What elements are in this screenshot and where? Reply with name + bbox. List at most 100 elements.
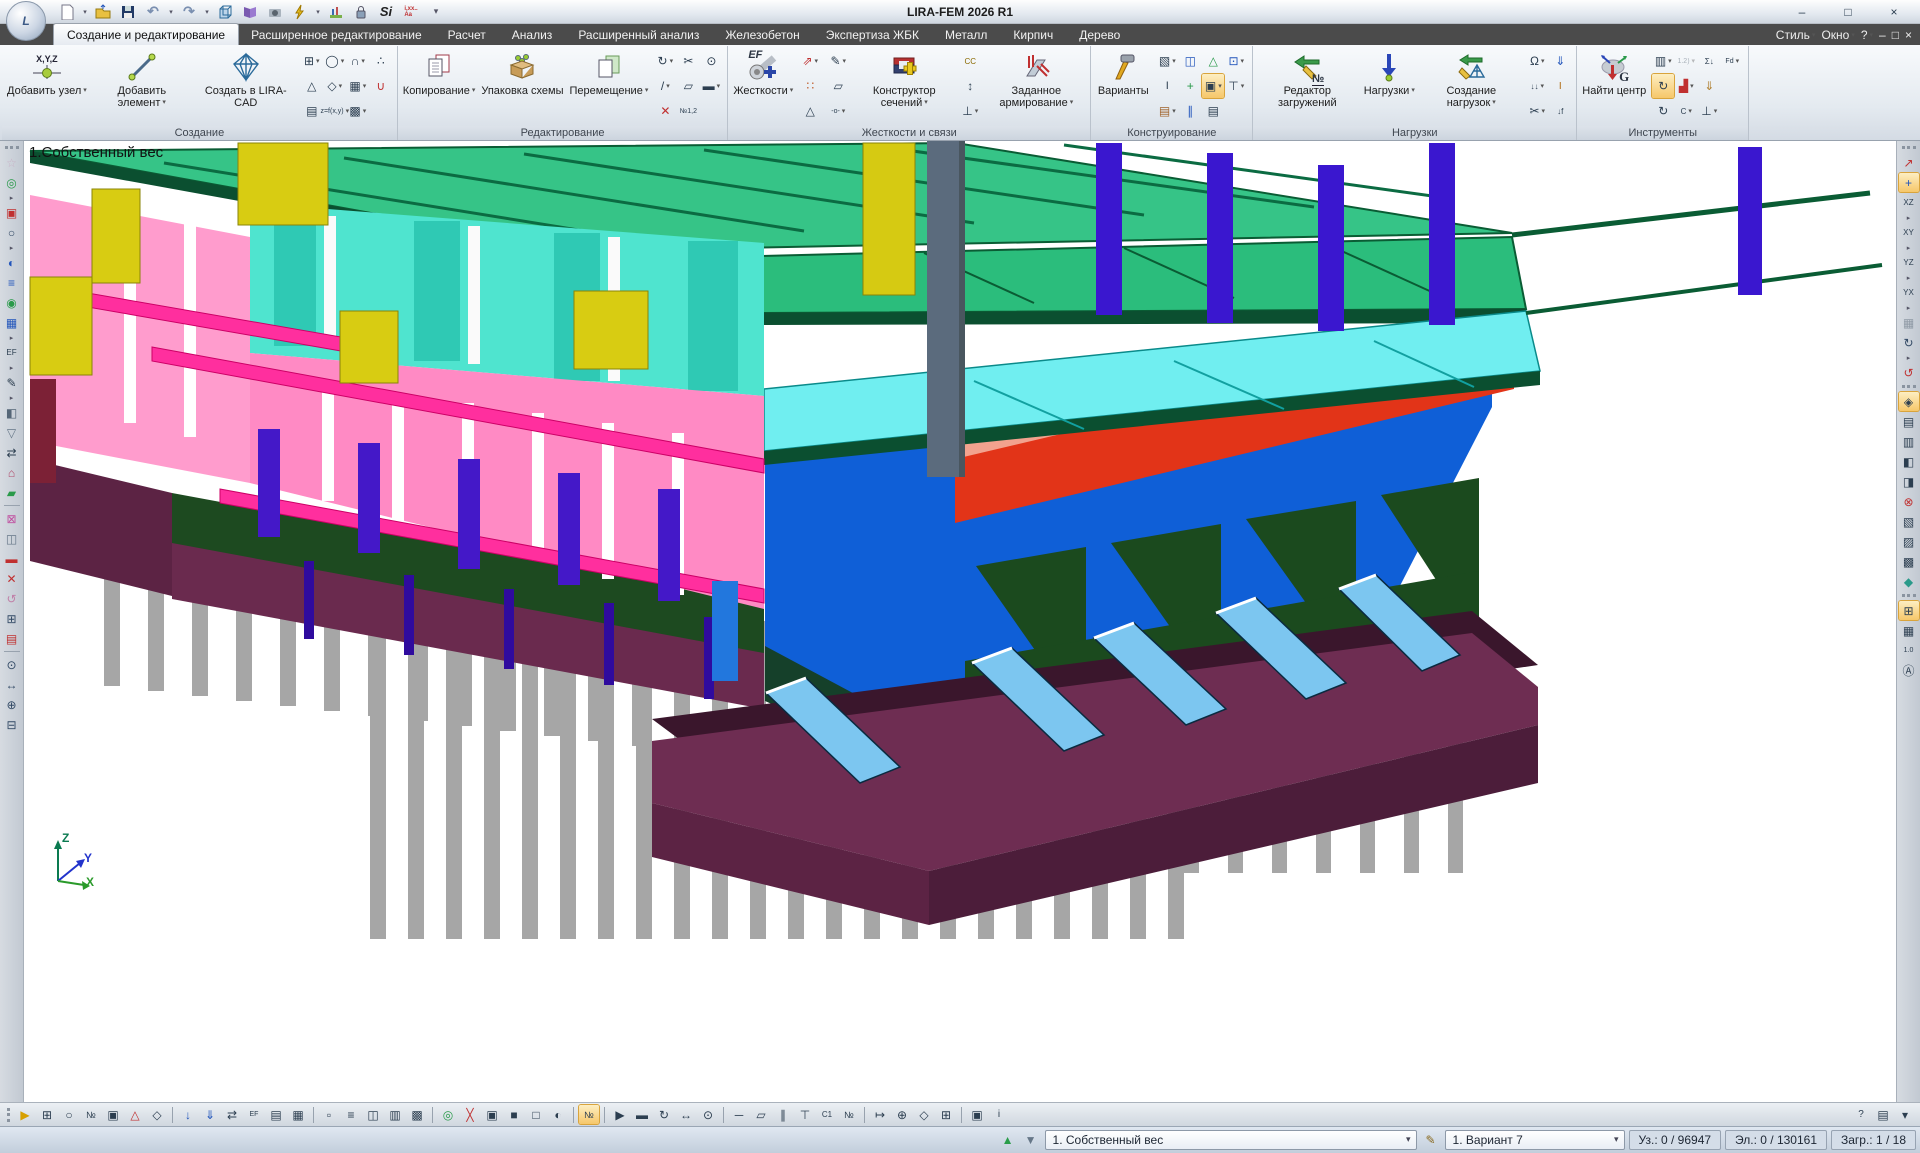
cube-view-icon[interactable]: ▧ bbox=[1899, 512, 1919, 531]
tab-analysis[interactable]: Анализ bbox=[499, 24, 566, 45]
node-groups-icon[interactable]: ∷ bbox=[799, 74, 821, 98]
select-block-icon[interactable]: ▣ bbox=[482, 1105, 502, 1124]
node-numbers-icon[interactable]: № bbox=[81, 1105, 101, 1124]
tab-advanced-analysis[interactable]: Расширенный анализ bbox=[565, 24, 712, 45]
find-center-button[interactable]: G Найти центр bbox=[1580, 48, 1648, 126]
minimize-button[interactable]: – bbox=[1792, 2, 1812, 21]
tab-advanced-edit[interactable]: Расширенное редактирование bbox=[238, 24, 435, 45]
loads-button[interactable]: Нагрузки▾ bbox=[1360, 48, 1418, 126]
submenu-caret[interactable]: ▸ bbox=[6, 243, 18, 252]
create-loads-button[interactable]: Создание нагрузок▾ bbox=[1420, 48, 1522, 126]
open-document-icon[interactable] bbox=[92, 2, 114, 22]
select-ellipse-icon[interactable]: ○ bbox=[2, 223, 22, 242]
sum-loads-icon[interactable]: Σ↓ bbox=[1698, 49, 1720, 73]
dropdown-caret-icon[interactable]: ▾ bbox=[203, 2, 211, 22]
quick-calc-icon[interactable] bbox=[289, 2, 311, 22]
select-nodes-icon[interactable]: ◎ bbox=[438, 1105, 458, 1124]
toolbar-options-icon[interactable]: ▾ bbox=[425, 2, 447, 22]
groups-display-icon[interactable]: ▩ bbox=[407, 1105, 427, 1124]
tab-create-edit[interactable]: Создание и редактирование bbox=[54, 24, 238, 45]
move-button[interactable]: Перемещение▾ bbox=[568, 48, 651, 126]
submenu-caret[interactable]: ▸ bbox=[1903, 303, 1915, 312]
panel-flag-icon[interactable]: ▶ bbox=[15, 1105, 35, 1124]
c-scale-icon[interactable]: C▾ bbox=[1675, 99, 1697, 123]
help-panel-icon[interactable]: ? bbox=[1851, 1105, 1871, 1124]
zoom-out-icon[interactable]: ⊟ bbox=[2, 715, 22, 734]
select-frame-icon[interactable]: ▣ bbox=[2, 203, 22, 222]
copy-loads-icon[interactable]: ⇓ bbox=[1549, 49, 1571, 73]
model-check-icon[interactable]: ▲ bbox=[998, 1131, 1018, 1150]
add-column-icon[interactable]: ∥ bbox=[773, 1105, 793, 1124]
front-view-icon[interactable]: ▥ bbox=[1899, 432, 1919, 451]
add-beam-icon[interactable]: ─ bbox=[729, 1105, 749, 1124]
hidden-lines-icon[interactable]: ≡ bbox=[341, 1105, 361, 1124]
brick-anchor-icon[interactable]: ▤ bbox=[1202, 99, 1224, 123]
app-logo-icon[interactable]: L bbox=[6, 1, 46, 41]
select-stiffness-icon[interactable]: EF bbox=[2, 343, 22, 362]
t-section-icon[interactable]: ⊤▾ bbox=[1225, 74, 1247, 98]
show-scheme-icon[interactable]: ⊞ bbox=[37, 1105, 57, 1124]
hinge-icon[interactable]: -o-▾ bbox=[827, 99, 849, 123]
show-hinges-icon[interactable]: ◇ bbox=[147, 1105, 167, 1124]
view-yz-button[interactable]: YZ bbox=[1899, 253, 1919, 272]
style-menu[interactable]: Стиль▾ bbox=[1776, 28, 1816, 42]
area-loads-icon[interactable]: ⇓ bbox=[1698, 74, 1720, 98]
submenu-caret[interactable]: ▸ bbox=[1903, 213, 1915, 222]
copy-button[interactable]: Копирование▾ bbox=[401, 48, 478, 126]
pile-icon[interactable]: ⊥▾ bbox=[959, 99, 981, 123]
truss-icon[interactable]: △ bbox=[301, 74, 323, 98]
select-block-icon[interactable]: ◧ bbox=[2, 403, 22, 422]
deselect-frame-icon[interactable]: ⊠ bbox=[2, 509, 22, 528]
show-supports-icon[interactable]: △ bbox=[125, 1105, 145, 1124]
measure-icon[interactable]: ↦ bbox=[870, 1105, 890, 1124]
renumber-highlight-icon[interactable]: № bbox=[579, 1105, 599, 1124]
dimensions-icon[interactable]: 1.0 bbox=[1899, 641, 1919, 660]
frames-icon[interactable]: ▬▾ bbox=[700, 74, 722, 98]
ribbon-minimize-button[interactable]: – bbox=[1879, 28, 1886, 42]
move-axes-icon[interactable]: + bbox=[1899, 173, 1919, 192]
view-xy-button[interactable]: XY bbox=[1899, 223, 1919, 242]
select-elements-icon[interactable]: ╳ bbox=[460, 1105, 480, 1124]
select-plane-icon[interactable]: ◉ bbox=[2, 293, 22, 312]
scale-icon[interactable]: ▱ bbox=[677, 74, 699, 98]
variants-button[interactable]: Варианты bbox=[1094, 48, 1152, 126]
pack-model-icon[interactable]: ▣ bbox=[967, 1105, 987, 1124]
submenu-caret[interactable]: ▸ bbox=[6, 393, 18, 402]
beam-paint-icon[interactable]: I bbox=[1549, 74, 1571, 98]
show-nodes-icon[interactable]: ○ bbox=[59, 1105, 79, 1124]
local-axes-icon[interactable]: ⇄ bbox=[222, 1105, 242, 1124]
select-pen-icon[interactable]: ✎ bbox=[2, 373, 22, 392]
loadcase-c1-icon[interactable]: C1 bbox=[817, 1105, 837, 1124]
assigned-reinforcement-button[interactable]: Заданное армирование▾ bbox=[985, 48, 1087, 126]
cube-view-3-icon[interactable]: ▩ bbox=[1899, 552, 1919, 571]
frame-edit-icon[interactable]: ▣▾ bbox=[1202, 74, 1224, 98]
perspective-icon[interactable]: ▦ bbox=[1899, 313, 1919, 332]
element-numbers-icon[interactable]: ▣ bbox=[103, 1105, 123, 1124]
isometric-view-icon[interactable]: ◈ bbox=[1899, 392, 1919, 411]
tab-steel[interactable]: Металл bbox=[932, 24, 1000, 45]
toolbar-handle[interactable] bbox=[7, 1108, 11, 1122]
snap-node-icon[interactable]: ⊕ bbox=[892, 1105, 912, 1124]
select-grid-icon[interactable]: ▦ bbox=[2, 313, 22, 332]
submenu-caret[interactable]: ▸ bbox=[6, 333, 18, 342]
redo-icon[interactable]: ↷ bbox=[178, 2, 200, 22]
cube-view-2-icon[interactable]: ▨ bbox=[1899, 532, 1919, 551]
si-units-icon[interactable]: Si bbox=[375, 2, 397, 22]
stiffness-button[interactable]: EF Жесткости▾ bbox=[731, 48, 795, 126]
window-menu[interactable]: Окно▾ bbox=[1821, 28, 1854, 42]
submenu-caret[interactable]: ▸ bbox=[1903, 353, 1915, 362]
pan-tool-icon[interactable]: ↔ bbox=[2, 675, 22, 694]
lock-icon[interactable] bbox=[350, 2, 372, 22]
create-in-lira-cad-button[interactable]: Создать в LIRA-CAD bbox=[195, 48, 297, 126]
refresh-scale-2-icon[interactable]: ↻ bbox=[1652, 99, 1674, 123]
cylinder-icon[interactable]: ◯▾ bbox=[324, 49, 346, 73]
submenu-caret[interactable]: ▸ bbox=[1903, 243, 1915, 252]
concrete-icon[interactable]: ▧▾ bbox=[1156, 49, 1178, 73]
shrink-elements-icon[interactable]: ▫ bbox=[319, 1105, 339, 1124]
erase-icon[interactable]: ✕ bbox=[654, 99, 676, 123]
angle-mark-icon[interactable]: Ⓐ bbox=[1899, 661, 1919, 680]
select-sphere-icon[interactable]: ◐ bbox=[2, 253, 22, 272]
model-viewport[interactable]: 1.Собственный вес Z Y X bbox=[24, 141, 1896, 1102]
materials-icon[interactable]: ▦ bbox=[288, 1105, 308, 1124]
cube-move-icon[interactable]: ◇▾ bbox=[324, 74, 346, 98]
